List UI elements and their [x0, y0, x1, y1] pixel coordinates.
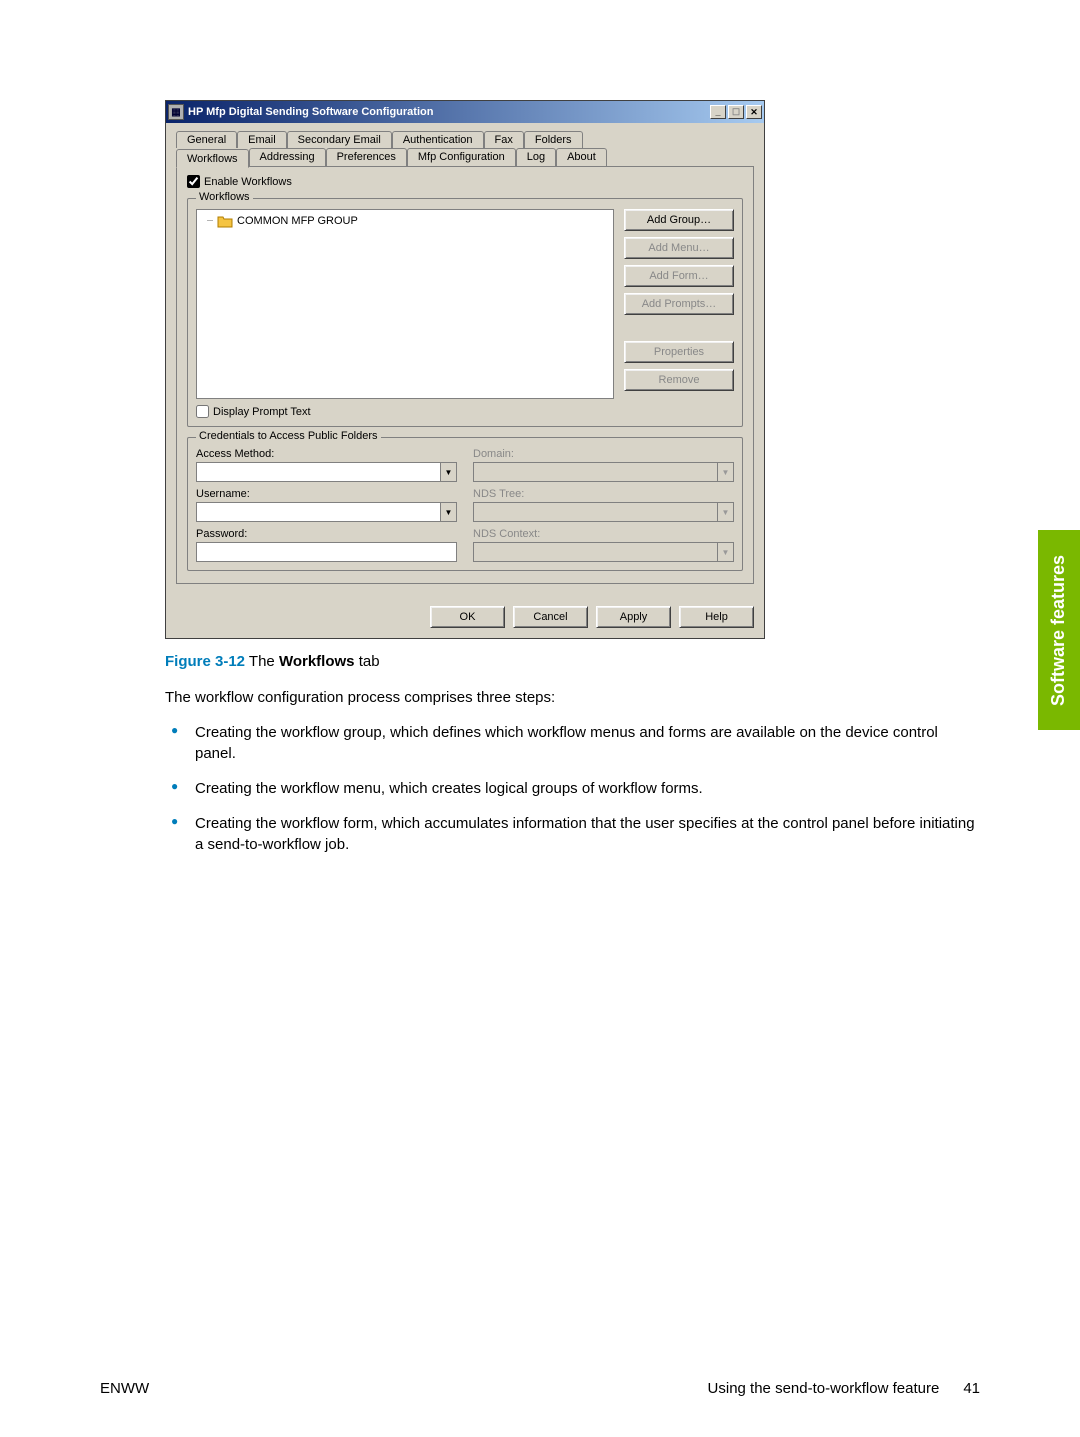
remove-button: Remove [624, 369, 734, 391]
minimize-button[interactable]: _ [710, 105, 726, 119]
chevron-down-icon: ▼ [440, 463, 456, 481]
page-number: 41 [963, 1380, 980, 1397]
tab-addressing[interactable]: Addressing [249, 148, 326, 167]
tab-fax[interactable]: Fax [484, 131, 524, 148]
nds-tree-label: NDS Tree: [473, 488, 734, 500]
domain-combo: ▼ [473, 462, 734, 482]
credentials-legend: Credentials to Access Public Folders [196, 430, 381, 442]
footer-left: ENWW [100, 1380, 149, 1397]
display-prompt-text-checkbox[interactable] [196, 405, 209, 418]
nds-context-combo: ▼ [473, 542, 734, 562]
footer-section-title: Using the send-to-workflow feature [708, 1380, 940, 1397]
password-field[interactable] [196, 542, 457, 562]
nds-tree-combo: ▼ [473, 502, 734, 522]
tree-connector-icon: ┄ [207, 216, 213, 227]
tabstrip: General Email Secondary Email Authentica… [176, 131, 754, 167]
section-side-tab: Software features [1038, 530, 1080, 730]
cancel-button[interactable]: Cancel [513, 606, 588, 628]
chevron-down-icon: ▼ [717, 543, 733, 561]
tab-preferences[interactable]: Preferences [326, 148, 407, 167]
titlebar[interactable]: ▦ HP Mfp Digital Sending Software Config… [166, 101, 764, 123]
window-title: HP Mfp Digital Sending Software Configur… [188, 106, 710, 118]
apply-button[interactable]: Apply [596, 606, 671, 628]
display-prompt-text-label: Display Prompt Text [213, 406, 311, 418]
list-item: Creating the workflow menu, which create… [165, 778, 980, 799]
nds-context-label: NDS Context: [473, 528, 734, 540]
bullet-list: Creating the workflow group, which defin… [165, 722, 980, 855]
workflows-group: Workflows ┄ COMMON MFP GROUP [187, 198, 743, 427]
app-window: ▦ HP Mfp Digital Sending Software Config… [165, 100, 765, 639]
tree-item-label: COMMON MFP GROUP [237, 215, 358, 227]
workflows-legend: Workflows [196, 191, 253, 203]
list-item: Creating the workflow group, which defin… [165, 722, 980, 764]
chevron-down-icon: ▼ [717, 463, 733, 481]
maximize-button: ☐ [728, 105, 744, 119]
access-method-combo[interactable]: ▼ [196, 462, 457, 482]
app-icon: ▦ [168, 104, 184, 120]
tab-authentication[interactable]: Authentication [392, 131, 484, 148]
access-method-label: Access Method: [196, 448, 457, 460]
chevron-down-icon: ▼ [717, 503, 733, 521]
ok-button[interactable]: OK [430, 606, 505, 628]
credentials-group: Credentials to Access Public Folders Acc… [187, 437, 743, 571]
figure-caption: Figure 3-12 The Workflows tab [165, 653, 980, 670]
tab-log[interactable]: Log [516, 148, 556, 167]
enable-workflows-label: Enable Workflows [204, 176, 292, 188]
tab-panel-workflows: Enable Workflows Workflows ┄ [176, 166, 754, 584]
tab-mfp-configuration[interactable]: Mfp Configuration [407, 148, 516, 167]
chevron-down-icon: ▼ [440, 503, 456, 521]
tab-email[interactable]: Email [237, 131, 287, 148]
tree-item-common-mfp-group[interactable]: ┄ COMMON MFP GROUP [201, 214, 609, 228]
tab-general[interactable]: General [176, 131, 237, 148]
add-form-button: Add Form… [624, 265, 734, 287]
enable-workflows-checkbox[interactable] [187, 175, 200, 188]
add-menu-button: Add Menu… [624, 237, 734, 259]
body-paragraph: The workflow configuration process compr… [165, 688, 965, 708]
add-prompts-button: Add Prompts… [624, 293, 734, 315]
workflows-tree[interactable]: ┄ COMMON MFP GROUP [196, 209, 614, 399]
tab-secondary-email[interactable]: Secondary Email [287, 131, 392, 148]
tab-workflows[interactable]: Workflows [176, 149, 249, 168]
page-footer: ENWW Using the send-to-workflow feature … [100, 1380, 980, 1397]
password-label: Password: [196, 528, 457, 540]
figure-number: Figure 3-12 [165, 653, 245, 670]
tab-about[interactable]: About [556, 148, 607, 167]
username-label: Username: [196, 488, 457, 500]
help-button[interactable]: Help [679, 606, 754, 628]
add-group-button[interactable]: Add Group… [624, 209, 734, 231]
close-button[interactable]: ✕ [746, 105, 762, 119]
properties-button: Properties [624, 341, 734, 363]
username-combo[interactable]: ▼ [196, 502, 457, 522]
list-item: Creating the workflow form, which accumu… [165, 813, 980, 855]
tab-folders[interactable]: Folders [524, 131, 583, 148]
folder-icon [217, 214, 233, 228]
domain-label: Domain: [473, 448, 734, 460]
